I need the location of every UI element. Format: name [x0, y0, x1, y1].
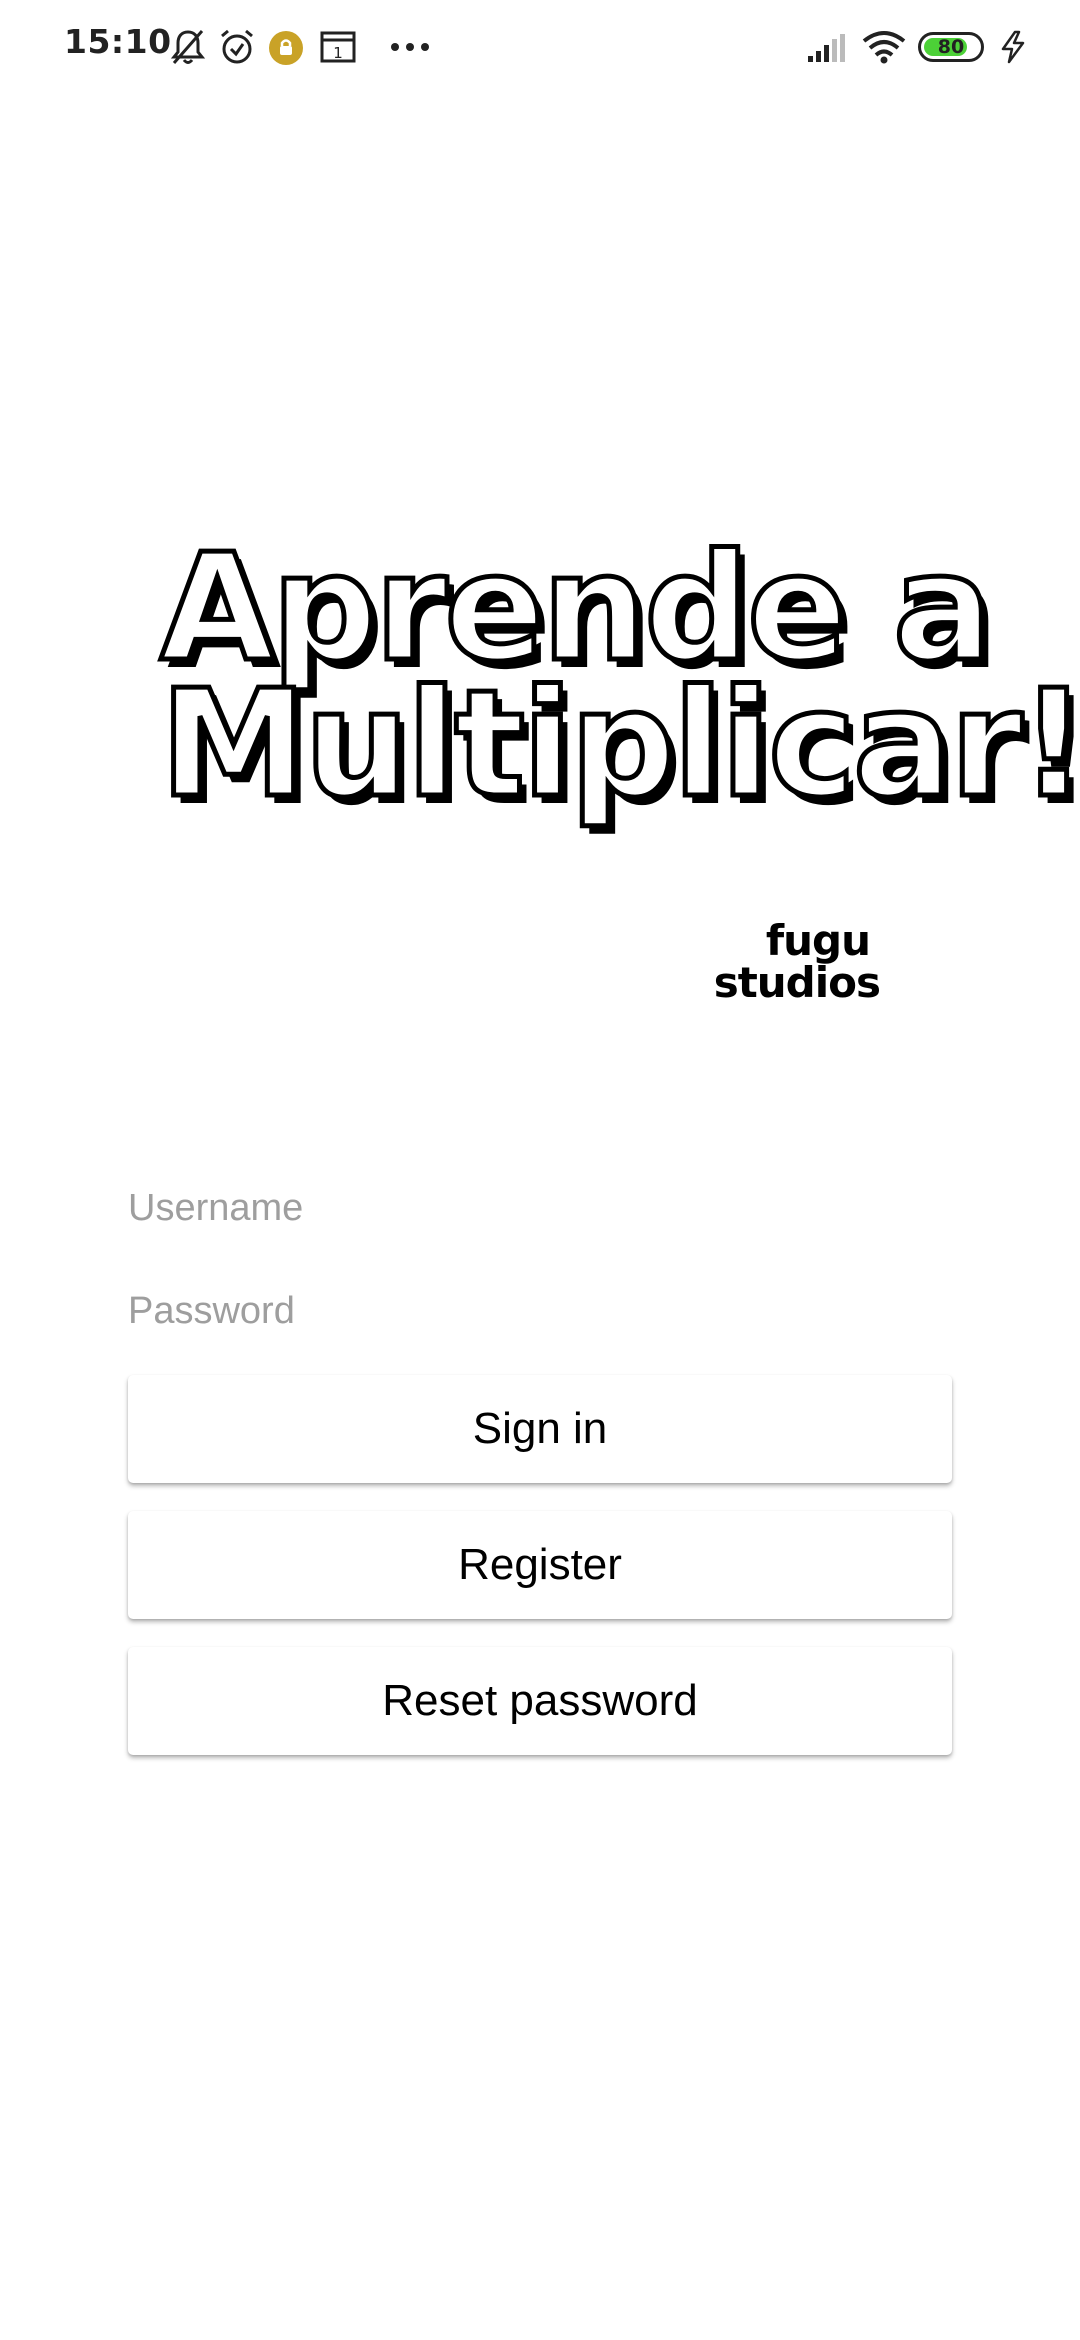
reset-password-button[interactable]: Reset password — [128, 1647, 952, 1755]
register-button[interactable]: Register — [128, 1511, 952, 1619]
studio-logo: fugu studios — [700, 920, 900, 1020]
svg-text:1: 1 — [333, 44, 343, 62]
vpn-badge-icon — [268, 30, 304, 66]
battery-level: 80 — [937, 36, 965, 58]
wifi-icon — [862, 30, 906, 64]
logo-line-1: Aprende a — [158, 522, 996, 694]
username-field[interactable] — [128, 1168, 952, 1248]
signal-bars-icon — [806, 32, 846, 64]
status-bar: 15:10 1 80 — [0, 0, 1080, 96]
status-time: 15:10 — [64, 22, 172, 61]
logo-line-2: Multiplicar! — [158, 658, 1080, 830]
battery-icon: 80 — [918, 32, 984, 62]
more-icon — [390, 42, 430, 52]
password-field[interactable] — [128, 1271, 952, 1351]
mute-bell-icon — [170, 28, 206, 66]
app-logo: Aprende a Multiplicar! — [158, 522, 1080, 890]
alarm-clock-icon — [218, 28, 256, 66]
studio-logo-line-1: fugu — [765, 916, 871, 965]
studio-logo-line-2: studios — [713, 958, 881, 1007]
charging-bolt-icon — [998, 30, 1028, 64]
sign-in-button[interactable]: Sign in — [128, 1375, 952, 1483]
calendar-icon: 1 — [320, 30, 356, 64]
